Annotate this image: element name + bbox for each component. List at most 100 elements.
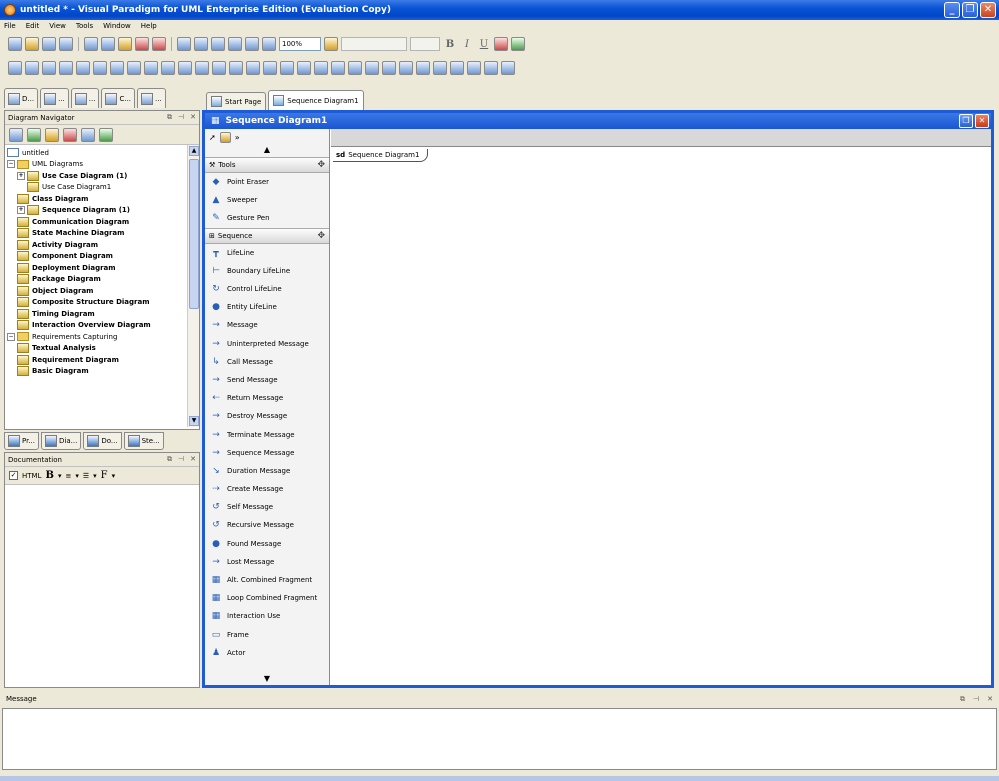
diagram-tool-icon[interactable]	[314, 61, 328, 75]
palette-item[interactable]: ↺ Recursive Message	[205, 516, 329, 534]
palette-scroll-down-icon[interactable]: ▼	[205, 674, 329, 683]
move-icon[interactable]: ✥	[317, 231, 325, 241]
diagram-tool-icon[interactable]	[110, 61, 124, 75]
pin-icon[interactable]: ⊣	[973, 695, 979, 704]
diagram-tool-icon[interactable]	[212, 61, 226, 75]
palette-item[interactable]: ⇠ Return Message	[205, 389, 329, 407]
tree-item[interactable]: Basic Diagram	[5, 366, 199, 378]
save-icon[interactable]	[42, 37, 56, 51]
new-icon[interactable]	[8, 37, 22, 51]
palette-item[interactable]: ↺ Self Message	[205, 498, 329, 516]
diagram-tool-icon[interactable]	[263, 61, 277, 75]
palette-item[interactable]: ✎ Gesture Pen	[205, 209, 329, 227]
redo-icon[interactable]	[152, 37, 166, 51]
close-icon[interactable]: ✕	[987, 695, 993, 704]
undo-icon[interactable]	[135, 37, 149, 51]
tree-item[interactable]: Object Diagram	[5, 285, 199, 297]
navigator-tree[interactable]: ▲ ▼ untitled − UML Diagrams + Use Case Diagr…	[5, 145, 199, 427]
bold-button[interactable]: B	[45, 470, 53, 481]
diagram-tool-icon[interactable]	[246, 61, 260, 75]
diagram-tool-icon[interactable]	[280, 61, 294, 75]
palette-item[interactable]: ▦ Loop Combined Fragment	[205, 589, 329, 607]
palette-item[interactable]: ◆ Point Eraser	[205, 173, 329, 191]
diagram-tool-icon[interactable]	[348, 61, 362, 75]
menu-window[interactable]: Window	[103, 22, 131, 30]
menu-tools[interactable]: Tools	[76, 22, 93, 30]
diagram-tool-icon[interactable]	[178, 61, 192, 75]
diagram-tool-icon[interactable]	[161, 61, 175, 75]
more-icon[interactable]: »	[235, 133, 240, 142]
move-icon[interactable]: ✥	[317, 160, 325, 170]
tree-item[interactable]: + Use Case Diagram (1)	[5, 170, 199, 182]
float-icon[interactable]: ⧉	[167, 113, 172, 122]
scroll-up-icon[interactable]: ▲	[189, 146, 199, 156]
tree-item[interactable]: Requirement Diagram	[5, 354, 199, 366]
sort-icon[interactable]	[63, 127, 77, 142]
close-icon[interactable]: ✕	[190, 113, 196, 122]
palette-scroll-up-icon[interactable]: ▲	[205, 145, 329, 157]
cut-icon[interactable]	[84, 37, 98, 51]
close-button[interactable]: ✕	[975, 114, 989, 128]
diagram-tool-icon[interactable]	[59, 61, 73, 75]
diagram-tool-icon[interactable]	[127, 61, 141, 75]
palette-item[interactable]: ▭ Frame	[205, 626, 329, 644]
tree-item[interactable]: Activity Diagram	[5, 239, 199, 251]
underline-button[interactable]: U	[477, 39, 491, 50]
pin-icon[interactable]: ⊣	[178, 113, 184, 122]
font-size-combo[interactable]	[410, 37, 440, 51]
palette-item[interactable]: ♟ Actor	[205, 644, 329, 662]
tab-stereotype[interactable]: Ste...	[123, 432, 164, 450]
tree-item[interactable]: Textual Analysis	[5, 343, 199, 355]
diagram-tool-icon[interactable]	[25, 61, 39, 75]
filter-icon[interactable]	[45, 127, 59, 142]
tab-model-explorer[interactable]: ...	[40, 88, 69, 108]
message-list[interactable]	[2, 708, 997, 770]
palette-item[interactable]: ▦ Alt. Combined Fragment	[205, 571, 329, 589]
float-icon[interactable]: ⧉	[960, 695, 965, 704]
menu-help[interactable]: Help	[141, 22, 157, 30]
refresh-icon[interactable]	[27, 127, 41, 142]
chevron-down-icon[interactable]: ▾	[58, 472, 62, 480]
tree-item[interactable]: Deployment Diagram	[5, 262, 199, 274]
palette-group-tools[interactable]: ⚒ Tools ✥	[205, 157, 329, 173]
copy-icon[interactable]	[101, 37, 115, 51]
palette-item[interactable]: ⊢ Boundary LifeLine	[205, 262, 329, 280]
scroll-thumb[interactable]	[189, 159, 199, 309]
tree-item[interactable]: − Requirements Capturing	[5, 331, 199, 343]
pointer-icon[interactable]: ➚	[209, 133, 216, 142]
palette-item[interactable]: → Lost Message	[205, 553, 329, 571]
zoom-in-icon[interactable]	[211, 37, 225, 51]
diagram-tool-icon[interactable]	[76, 61, 90, 75]
tree-item[interactable]: untitled	[5, 147, 199, 159]
palette-item[interactable]: ⇢ Create Message	[205, 480, 329, 498]
tree-item[interactable]: Composite Structure Diagram	[5, 297, 199, 309]
font-button[interactable]: F	[101, 470, 108, 481]
chevron-down-icon[interactable]: ▾	[93, 472, 97, 480]
tab-diagram-navigator[interactable]: D...	[4, 88, 39, 108]
palette-item[interactable]: → Sequence Message	[205, 444, 329, 462]
tab-sequence-diagram[interactable]: Sequence Diagram1	[268, 90, 364, 110]
diagram-tool-icon[interactable]	[501, 61, 515, 75]
tree-scrollbar[interactable]: ▲ ▼	[187, 145, 199, 427]
tree-item[interactable]: Communication Diagram	[5, 216, 199, 228]
font-color-icon[interactable]	[494, 37, 508, 51]
layout-icon[interactable]	[177, 37, 191, 51]
close-icon[interactable]: ✕	[190, 455, 196, 464]
diagram-tool-icon[interactable]	[297, 61, 311, 75]
help-icon[interactable]	[511, 37, 525, 51]
menu-view[interactable]: View	[49, 22, 66, 30]
minimize-button[interactable]: _	[944, 2, 960, 18]
chevron-down-icon[interactable]: ▾	[75, 472, 79, 480]
pin-icon[interactable]: ⊣	[178, 455, 184, 464]
diagram-tool-icon[interactable]	[450, 61, 464, 75]
scroll-down-icon[interactable]: ▼	[189, 416, 199, 426]
diagram-tool-icon[interactable]	[433, 61, 447, 75]
diagram-tool-icon[interactable]	[399, 61, 413, 75]
chevron-down-icon[interactable]: ▾	[112, 472, 116, 480]
expand-toggle-icon[interactable]: −	[7, 160, 15, 169]
home-icon[interactable]	[81, 127, 95, 142]
diagram-tool-icon[interactable]	[8, 61, 22, 75]
tab-search[interactable]: ...	[137, 88, 166, 108]
palette-item[interactable]: ● Entity LifeLine	[205, 298, 329, 316]
palette-item[interactable]: ▲ Sweeper	[205, 191, 329, 209]
